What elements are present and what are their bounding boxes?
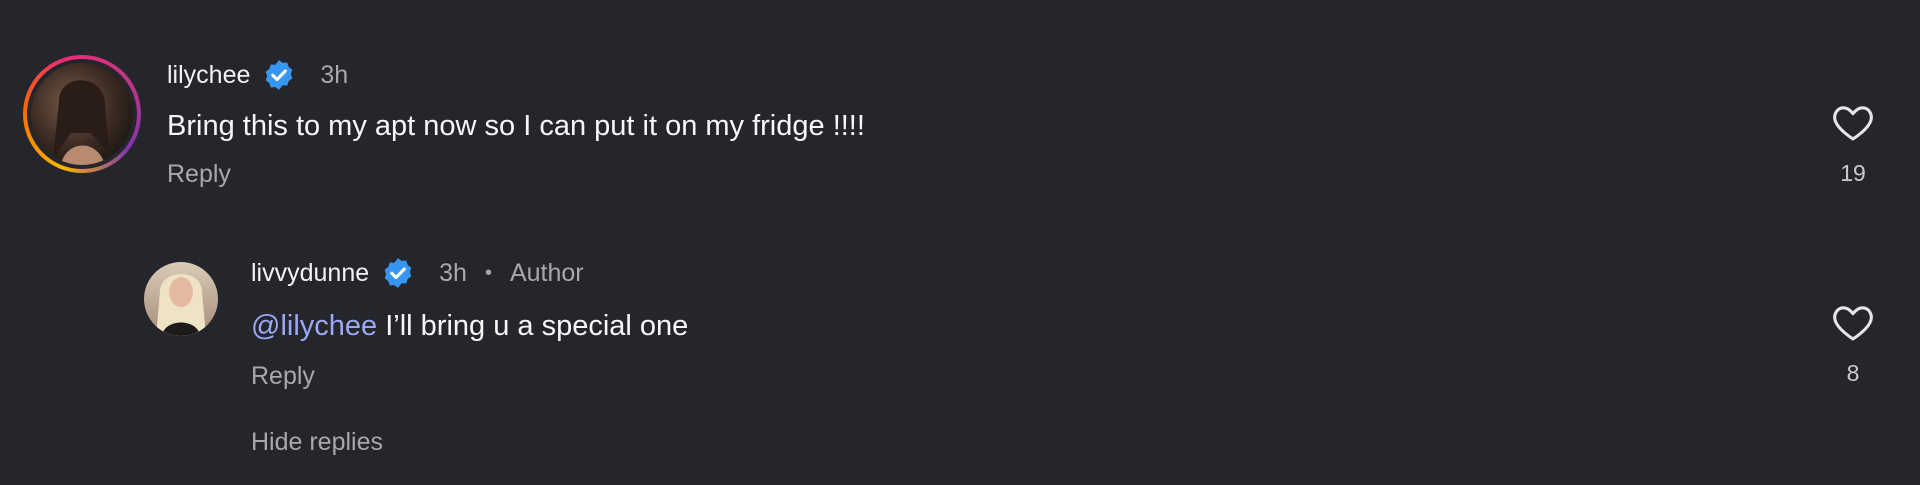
hide-replies-button[interactable]: Hide replies [251,428,383,457]
reply-button[interactable]: Reply [167,160,231,189]
avatar[interactable] [23,55,141,173]
verified-badge-icon [262,58,296,92]
heart-outline-icon[interactable] [1831,102,1875,142]
avatar-photo [31,63,133,165]
timestamp: 3h [320,60,349,89]
like-control: 8 [1831,302,1875,387]
comment-header: lilychee 3h [167,58,348,92]
username[interactable]: lilychee [167,61,250,90]
verified-badge-icon [381,256,415,290]
reply-header: livvydunne 3h • Author [251,256,584,290]
reply-text: @lilychee I’ll bring u a special one [251,310,688,343]
avatar-photo [144,262,218,336]
comment-text: Bring this to my apt now so I can put it… [167,110,865,142]
avatar[interactable] [144,262,218,336]
like-count: 19 [1840,160,1866,186]
reply-button[interactable]: Reply [251,362,315,391]
heart-outline-icon[interactable] [1831,302,1875,342]
mention-link[interactable]: @lilychee [251,310,377,342]
reply-body: I’ll bring u a special one [377,310,689,342]
like-count: 8 [1846,360,1860,386]
author-badge: Author [509,258,584,287]
timestamp: 3h [439,258,467,287]
separator-dot: • [484,261,492,284]
like-control: 19 [1831,102,1875,187]
username[interactable]: livvydunne [251,259,369,288]
